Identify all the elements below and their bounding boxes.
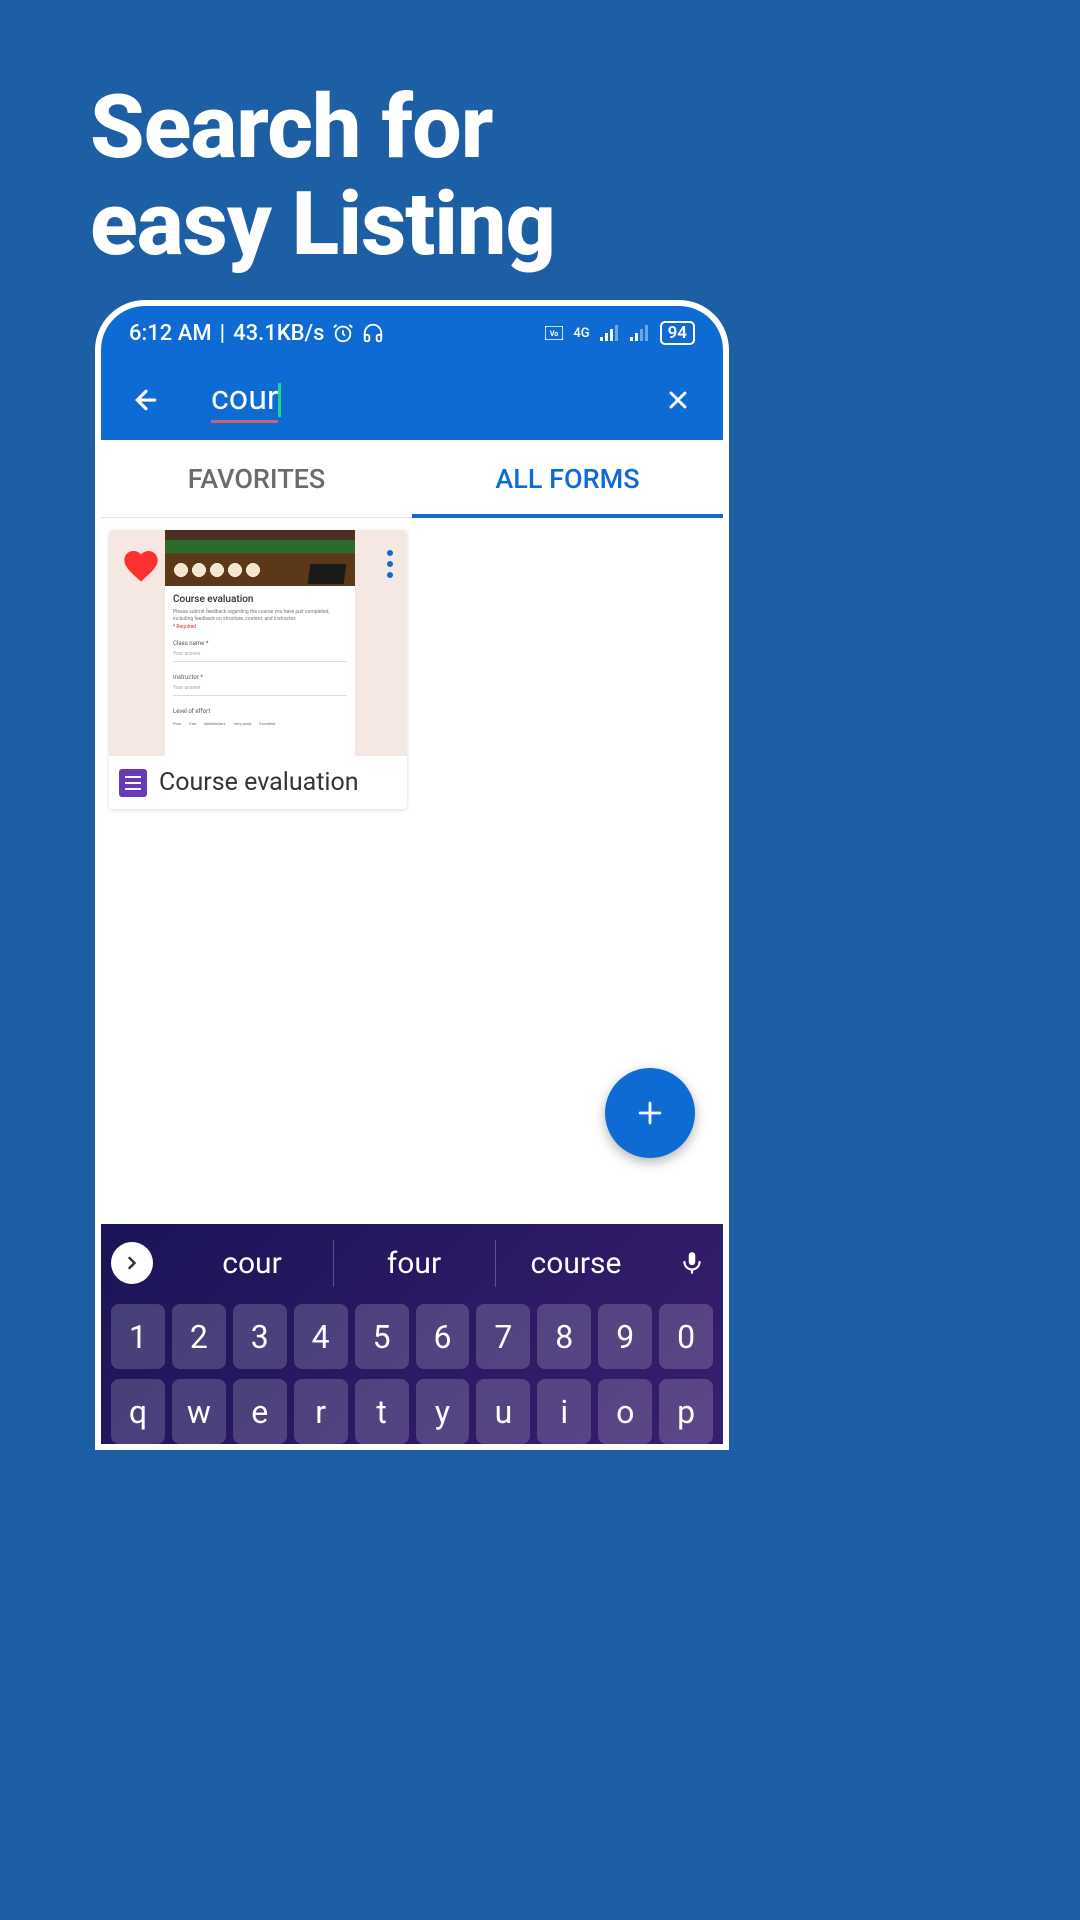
form-card-footer: Course evaluation: [109, 756, 407, 809]
thumb-desc: Please submit feedback regarding the cou…: [173, 609, 347, 622]
key-8[interactable]: 8: [537, 1304, 591, 1369]
key-t[interactable]: t: [355, 1379, 409, 1444]
keyboard-suggestion-2[interactable]: four: [333, 1246, 495, 1281]
volte-icon: Vo: [545, 326, 563, 340]
keyboard-mic-button[interactable]: [671, 1242, 713, 1284]
form-card-title: Course evaluation: [159, 768, 359, 797]
tabs: FAVORITES ALL FORMS: [101, 440, 723, 518]
key-4[interactable]: 4: [294, 1304, 348, 1369]
thumb-field1-hint: Your answer: [173, 651, 347, 657]
status-bar: 6:12 AM | 43.1KB/s Vo 4G 94: [101, 306, 723, 360]
key-2[interactable]: 2: [172, 1304, 226, 1369]
thumb-scale: Poor Fair Satisfactory Very good Excelle…: [173, 721, 347, 726]
key-p[interactable]: p: [659, 1379, 713, 1444]
key-3[interactable]: 3: [233, 1304, 287, 1369]
add-form-fab[interactable]: [605, 1068, 695, 1158]
key-6[interactable]: 6: [416, 1304, 470, 1369]
keyboard-row-qwerty: q w e r t y u i o p: [111, 1379, 713, 1444]
search-bar: cour: [101, 360, 723, 440]
favorite-heart-icon[interactable]: [121, 546, 161, 590]
thumb-field2-label: Instructor *: [173, 674, 347, 681]
back-button[interactable]: [121, 375, 171, 425]
forms-app-icon: [119, 769, 147, 797]
more-options-button[interactable]: [383, 546, 397, 582]
key-5[interactable]: 5: [355, 1304, 409, 1369]
form-thumbnail: Course evaluation Please submit feedback…: [109, 530, 407, 756]
thumb-title: Course evaluation: [173, 594, 347, 605]
thumb-field2-hint: Your answer: [173, 685, 347, 691]
keyboard-suggestion-bar: cour four course: [111, 1232, 713, 1294]
thumb-field1-label: Class name *: [173, 640, 347, 647]
search-input[interactable]: cour: [211, 378, 653, 423]
svg-text:Vo: Vo: [550, 330, 558, 338]
keyboard-suggestion-1[interactable]: cour: [171, 1246, 333, 1281]
key-e[interactable]: e: [233, 1379, 287, 1444]
keyboard-expand-button[interactable]: [111, 1242, 153, 1284]
key-y[interactable]: y: [416, 1379, 470, 1444]
keyboard-suggestion-3[interactable]: course: [495, 1246, 657, 1281]
signal-icon-2: [630, 325, 650, 341]
key-r[interactable]: r: [294, 1379, 348, 1444]
search-query-text: cour: [211, 378, 278, 423]
battery-indicator: 94: [660, 321, 695, 345]
key-q[interactable]: q: [111, 1379, 165, 1444]
status-time: 6:12 AM: [129, 321, 212, 346]
keyboard: cour four course 1 2 3 4 5 6 7 8 9 0 q w…: [101, 1224, 723, 1444]
promo-heading: Search for easy Listing: [90, 80, 555, 274]
status-separator: |: [220, 321, 225, 346]
form-card[interactable]: Course evaluation Please submit feedback…: [109, 530, 407, 809]
phone-frame: 6:12 AM | 43.1KB/s Vo 4G 94: [95, 300, 729, 1450]
network-label: 4G: [573, 326, 589, 341]
promo-heading-line1: Search for: [90, 80, 555, 177]
tab-favorites[interactable]: FAVORITES: [101, 440, 412, 517]
alarm-icon: [332, 322, 354, 344]
key-7[interactable]: 7: [476, 1304, 530, 1369]
headphones-icon: [362, 322, 384, 344]
clear-search-button[interactable]: [653, 375, 703, 425]
text-cursor: [278, 383, 281, 417]
thumb-scale-label: Level of effort: [173, 708, 347, 715]
key-u[interactable]: u: [476, 1379, 530, 1444]
key-0[interactable]: 0: [659, 1304, 713, 1369]
status-data-rate: 43.1KB/s: [233, 321, 324, 346]
key-i[interactable]: i: [537, 1379, 591, 1444]
signal-icon: [600, 325, 620, 341]
key-w[interactable]: w: [172, 1379, 226, 1444]
content-area: Course evaluation Please submit feedback…: [101, 518, 723, 1178]
key-1[interactable]: 1: [111, 1304, 165, 1369]
thumb-required: * Required: [173, 624, 347, 630]
promo-heading-line2: easy Listing: [90, 177, 555, 274]
key-9[interactable]: 9: [598, 1304, 652, 1369]
tab-all-forms[interactable]: ALL FORMS: [412, 440, 723, 517]
keyboard-row-numbers: 1 2 3 4 5 6 7 8 9 0: [111, 1304, 713, 1369]
thumbnail-preview: Course evaluation Please submit feedback…: [165, 530, 355, 756]
key-o[interactable]: o: [598, 1379, 652, 1444]
